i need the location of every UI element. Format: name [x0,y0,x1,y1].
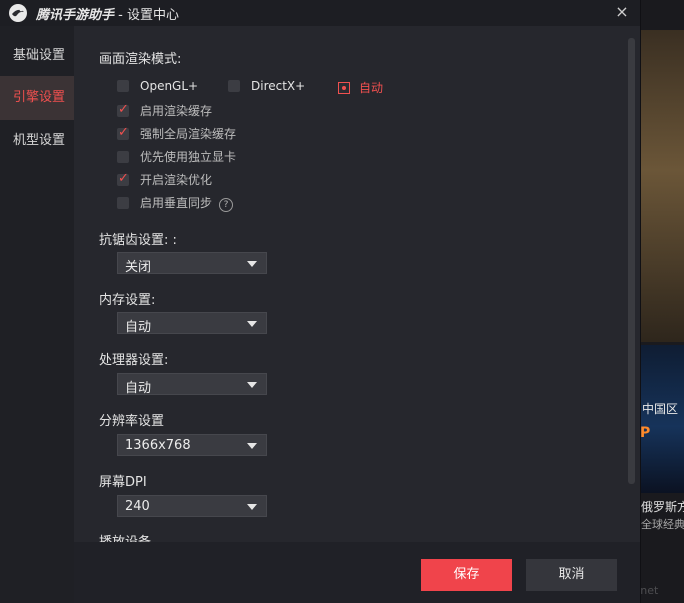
settings-sidebar: 基础设置 引擎设置 机型设置 [0,26,74,603]
game-card-title: 中国区 [642,402,679,416]
render-option-directx[interactable]: DirectX+ [228,79,305,93]
dialog-footer: 保存 取消 [74,542,640,603]
checkbox-force-global-cache[interactable]: 强制全局渲染缓存 [117,125,236,142]
dpi-select[interactable]: 240 [117,495,267,517]
chevron-down-icon [247,382,257,388]
force-global-cache-label: 强制全局渲染缓存 [140,127,237,141]
render-cache-checkbox[interactable] [117,102,129,117]
engine-settings-panel: 画面渲染模式: OpenGL+ DirectX+ 自动 启用渲染缓存 强制全局渲… [74,26,640,542]
scrollbar[interactable] [628,38,635,484]
chevron-down-icon [247,504,257,510]
checkbox-render-optimization[interactable]: 开启渲染优化 [117,171,212,188]
directx-label: DirectX+ [251,79,306,93]
processor-select[interactable]: 自动 [117,373,267,396]
processor-title: 处理器设置: [99,353,169,368]
window-title: 腾讯手游助手 - 设置中心 [36,4,179,23]
sidebar-item-basic[interactable]: 基础设置 [0,34,74,78]
game-caption-subtitle: 全球经典 [641,518,684,531]
vsync-checkbox[interactable] [117,197,129,209]
render-optimization-checkbox[interactable] [117,171,129,186]
sidebar-item-device-model[interactable]: 机型设置 [0,119,74,163]
checkbox-render-cache[interactable]: 启用渲染缓存 [117,102,212,119]
render-optimization-label: 开启渲染优化 [140,173,213,187]
render-option-auto[interactable]: 自动 [338,79,383,96]
app-logo-icon [9,4,27,22]
antialias-select[interactable]: 关闭 [117,252,267,275]
question-circle-icon[interactable]: ? [219,198,234,212]
chevron-down-icon [247,261,257,267]
discrete-gpu-label: 优先使用独立显卡 [140,150,237,164]
checkbox-discrete-gpu[interactable]: 优先使用独立显卡 [117,148,236,165]
window-title-suffix: - 设置中心 [114,8,179,23]
chevron-down-icon [247,443,257,449]
antialias-title: 抗锯齿设置: : [99,233,177,248]
resolution-title: 分辨率设置 [99,414,165,429]
game-card-logo-text: P [640,425,651,441]
auto-radio[interactable] [338,82,350,94]
close-icon[interactable]: × [612,2,632,22]
render-option-opengl[interactable]: OpenGL+ [117,79,198,93]
memory-select[interactable]: 自动 [117,312,267,335]
checkbox-vsync[interactable]: 启用垂直同步? [117,194,234,212]
background-game-card[interactable]: 中国区 P [640,345,684,493]
antialias-value: 关闭 [125,260,152,275]
opengl-label: OpenGL+ [140,79,199,93]
background-game-caption[interactable]: 俄罗斯方 全球经典 [641,498,684,534]
memory-value: 自动 [125,320,152,335]
settings-dialog: 腾讯手游助手 - 设置中心 × 基础设置 引擎设置 机型设置 画面渲染模式: O… [0,0,640,603]
force-global-cache-checkbox[interactable] [117,125,129,140]
processor-value: 自动 [125,381,152,396]
sidebar-item-engine[interactable]: 引擎设置 [0,76,74,120]
directx-radio[interactable] [228,80,240,92]
vsync-label: 启用垂直同步 [140,196,213,210]
save-button[interactable]: 保存 [421,559,512,591]
playback-device-title: 播放设备 [99,531,151,542]
background-banner [640,30,684,342]
memory-title: 内存设置: [99,293,156,308]
dpi-title: 屏幕DPI [99,475,147,490]
resolution-value: 1366x768 [125,438,191,453]
cancel-button[interactable]: 取消 [526,559,617,591]
dpi-value: 240 [125,499,150,514]
discrete-gpu-checkbox[interactable] [117,151,129,163]
app-name: 腾讯手游助手 [36,8,115,23]
chevron-down-icon [247,321,257,327]
auto-label: 自动 [359,81,384,95]
opengl-radio[interactable] [117,80,129,92]
render-cache-label: 启用渲染缓存 [140,104,213,118]
game-caption-title: 俄罗斯方 [641,500,684,514]
title-bar[interactable]: 腾讯手游助手 - 设置中心 × [0,0,640,26]
resolution-select[interactable]: 1366x768 [117,434,267,456]
render-mode-title: 画面渲染模式: [99,52,182,67]
